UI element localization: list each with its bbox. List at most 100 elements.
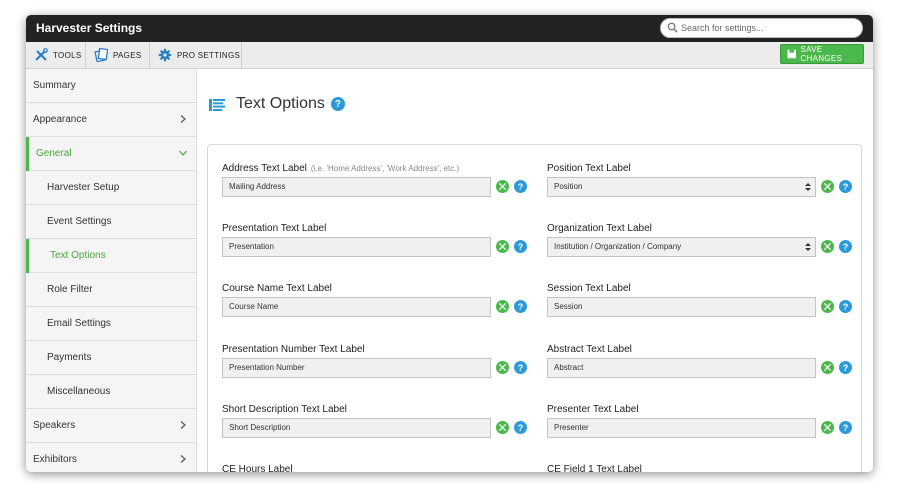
help-icon[interactable]: ? (839, 240, 852, 253)
presenter-text-input[interactable]: Presenter (547, 418, 816, 438)
help-icon[interactable]: ? (839, 361, 852, 374)
save-changes-button[interactable]: SAVE CHANGES (780, 44, 864, 64)
tools-icon[interactable] (821, 180, 834, 193)
sidebar-item-label: Exhibitors (33, 454, 77, 465)
organization-text-select[interactable]: Institution / Organization / Company (547, 237, 816, 257)
pro-settings-label: PRO SETTINGS (177, 50, 241, 60)
sidebar-item-email-settings[interactable]: Email Settings (26, 307, 196, 341)
sidebar-item-label: Role Filter (47, 284, 93, 295)
toolbar: TOOLS PAGES PRO SETTINGS SAVE CHANGES (26, 42, 873, 69)
sidebar-item-exhibitors[interactable]: Exhibitors (26, 443, 196, 472)
help-icon[interactable]: ? (839, 180, 852, 193)
abstract-text-field: Abstract Text Label Abstract ? (547, 344, 857, 390)
help-icon[interactable]: ? (514, 361, 527, 374)
short-description-text-input[interactable]: Short Description (222, 418, 491, 438)
sidebar-item-label: General (36, 148, 72, 159)
address-text-field: Address Text Label (i.e. 'Home Address', … (222, 163, 532, 209)
help-icon[interactable]: ? (839, 300, 852, 313)
sidebar-item-label: Summary (33, 80, 76, 91)
sidebar-item-summary[interactable]: Summary (26, 69, 196, 103)
sidebar-item-role-filter[interactable]: Role Filter (26, 273, 196, 307)
main-content: Text Options ? Address Text Label (i.e. '… (197, 69, 873, 472)
sidebar-item-label: Text Options (50, 250, 106, 261)
pages-button[interactable]: PAGES (86, 42, 150, 68)
pages-icon (94, 48, 108, 62)
address-text-input[interactable]: Mailing Address (222, 177, 491, 197)
tools-icon[interactable] (496, 361, 509, 374)
field-label: Course Name Text Label (222, 283, 332, 294)
field-label: Position Text Label (547, 163, 631, 174)
gear-icon (158, 48, 172, 62)
page-title-text: Text Options (236, 95, 325, 112)
sidebar-item-event-settings[interactable]: Event Settings (26, 205, 196, 239)
tools-icon[interactable] (821, 240, 834, 253)
sidebar-item-text-options[interactable]: Text Options (26, 239, 196, 273)
field-label: Short Description Text Label (222, 404, 347, 415)
chevron-right-icon (180, 115, 186, 123)
pro-settings-button[interactable]: PRO SETTINGS (150, 42, 242, 68)
field-label: CE Hours Label (222, 464, 293, 472)
tools-icon[interactable] (496, 421, 509, 434)
text-options-icon (209, 99, 225, 111)
help-icon[interactable]: ? (839, 421, 852, 434)
position-text-select[interactable]: Position (547, 177, 816, 197)
short-description-text-field: Short Description Text Label Short Descr… (222, 404, 532, 450)
field-label: Abstract Text Label (547, 344, 632, 355)
ce-hours-field: CE Hours Label ? (222, 464, 532, 472)
sidebar-item-miscellaneous[interactable]: Miscellaneous (26, 375, 196, 409)
tools-icon[interactable] (496, 300, 509, 313)
tools-icon[interactable] (821, 421, 834, 434)
ce-field-1-text-field: CE Field 1 Text Label ? (547, 464, 857, 472)
tools-icon[interactable] (821, 300, 834, 313)
field-label: Organization Text Label (547, 223, 652, 234)
sidebar-item-speakers[interactable]: Speakers (26, 409, 196, 443)
field-label: CE Field 1 Text Label (547, 464, 642, 472)
sidebar-item-label: Payments (47, 352, 92, 363)
course-name-text-input[interactable]: Course Name (222, 297, 491, 317)
tools-icon[interactable] (821, 361, 834, 374)
presenter-text-field: Presenter Text Label Presenter ? (547, 404, 857, 450)
save-changes-label: SAVE CHANGES (800, 45, 843, 63)
app-title: Harvester Settings (36, 21, 143, 35)
tools-button[interactable]: TOOLS (26, 42, 86, 68)
help-icon[interactable]: ? (514, 300, 527, 313)
chevron-right-icon (180, 455, 186, 463)
sidebar-item-label: Email Settings (47, 318, 111, 329)
abstract-text-input[interactable]: Abstract (547, 358, 816, 378)
tools-icon[interactable] (496, 240, 509, 253)
course-name-text-field: Course Name Text Label Course Name ? (222, 283, 532, 329)
presentation-number-text-input[interactable]: Presentation Number (222, 358, 491, 378)
sidebar-item-label: Miscellaneous (47, 386, 111, 397)
save-icon (787, 49, 796, 59)
presentation-text-input[interactable]: Presentation (222, 237, 491, 257)
sidebar-item-label: Appearance (33, 114, 87, 125)
session-text-input[interactable]: Session (547, 297, 816, 317)
title-bar: Harvester Settings (26, 15, 873, 42)
help-icon[interactable]: ? (514, 421, 527, 434)
organization-text-field: Organization Text Label Institution / Or… (547, 223, 857, 269)
search-input[interactable] (681, 21, 857, 35)
page-title: Text Options ? (236, 95, 345, 113)
sidebar-item-harvester-setup[interactable]: Harvester Setup (26, 171, 196, 205)
presentation-text-field: Presentation Text Label Presentation ? (222, 223, 532, 269)
search-box[interactable] (660, 18, 863, 38)
field-label: Address Text Label (i.e. 'Home Address', … (222, 163, 460, 174)
sidebar-item-payments[interactable]: Payments (26, 341, 196, 375)
presentation-number-text-field: Presentation Number Text Label Presentat… (222, 344, 532, 390)
sidebar: Summary Appearance General Harvester Set… (26, 69, 197, 472)
help-icon[interactable]: ? (514, 240, 527, 253)
field-label: Presentation Number Text Label (222, 344, 365, 355)
field-hint: (i.e. 'Home Address', 'Work Address', et… (310, 164, 460, 173)
session-text-field: Session Text Label Session ? (547, 283, 857, 329)
help-icon[interactable]: ? (330, 97, 345, 111)
sidebar-item-appearance[interactable]: Appearance (26, 103, 196, 137)
sidebar-item-general[interactable]: General (26, 137, 196, 171)
chevron-down-icon (179, 150, 187, 156)
field-label: Presentation Text Label (222, 223, 327, 234)
tools-icon[interactable] (496, 180, 509, 193)
pages-label: PAGES (113, 50, 142, 60)
search-icon (667, 22, 678, 33)
tools-icon (35, 48, 48, 61)
help-icon[interactable]: ? (514, 180, 527, 193)
sidebar-item-label: Harvester Setup (47, 182, 120, 193)
